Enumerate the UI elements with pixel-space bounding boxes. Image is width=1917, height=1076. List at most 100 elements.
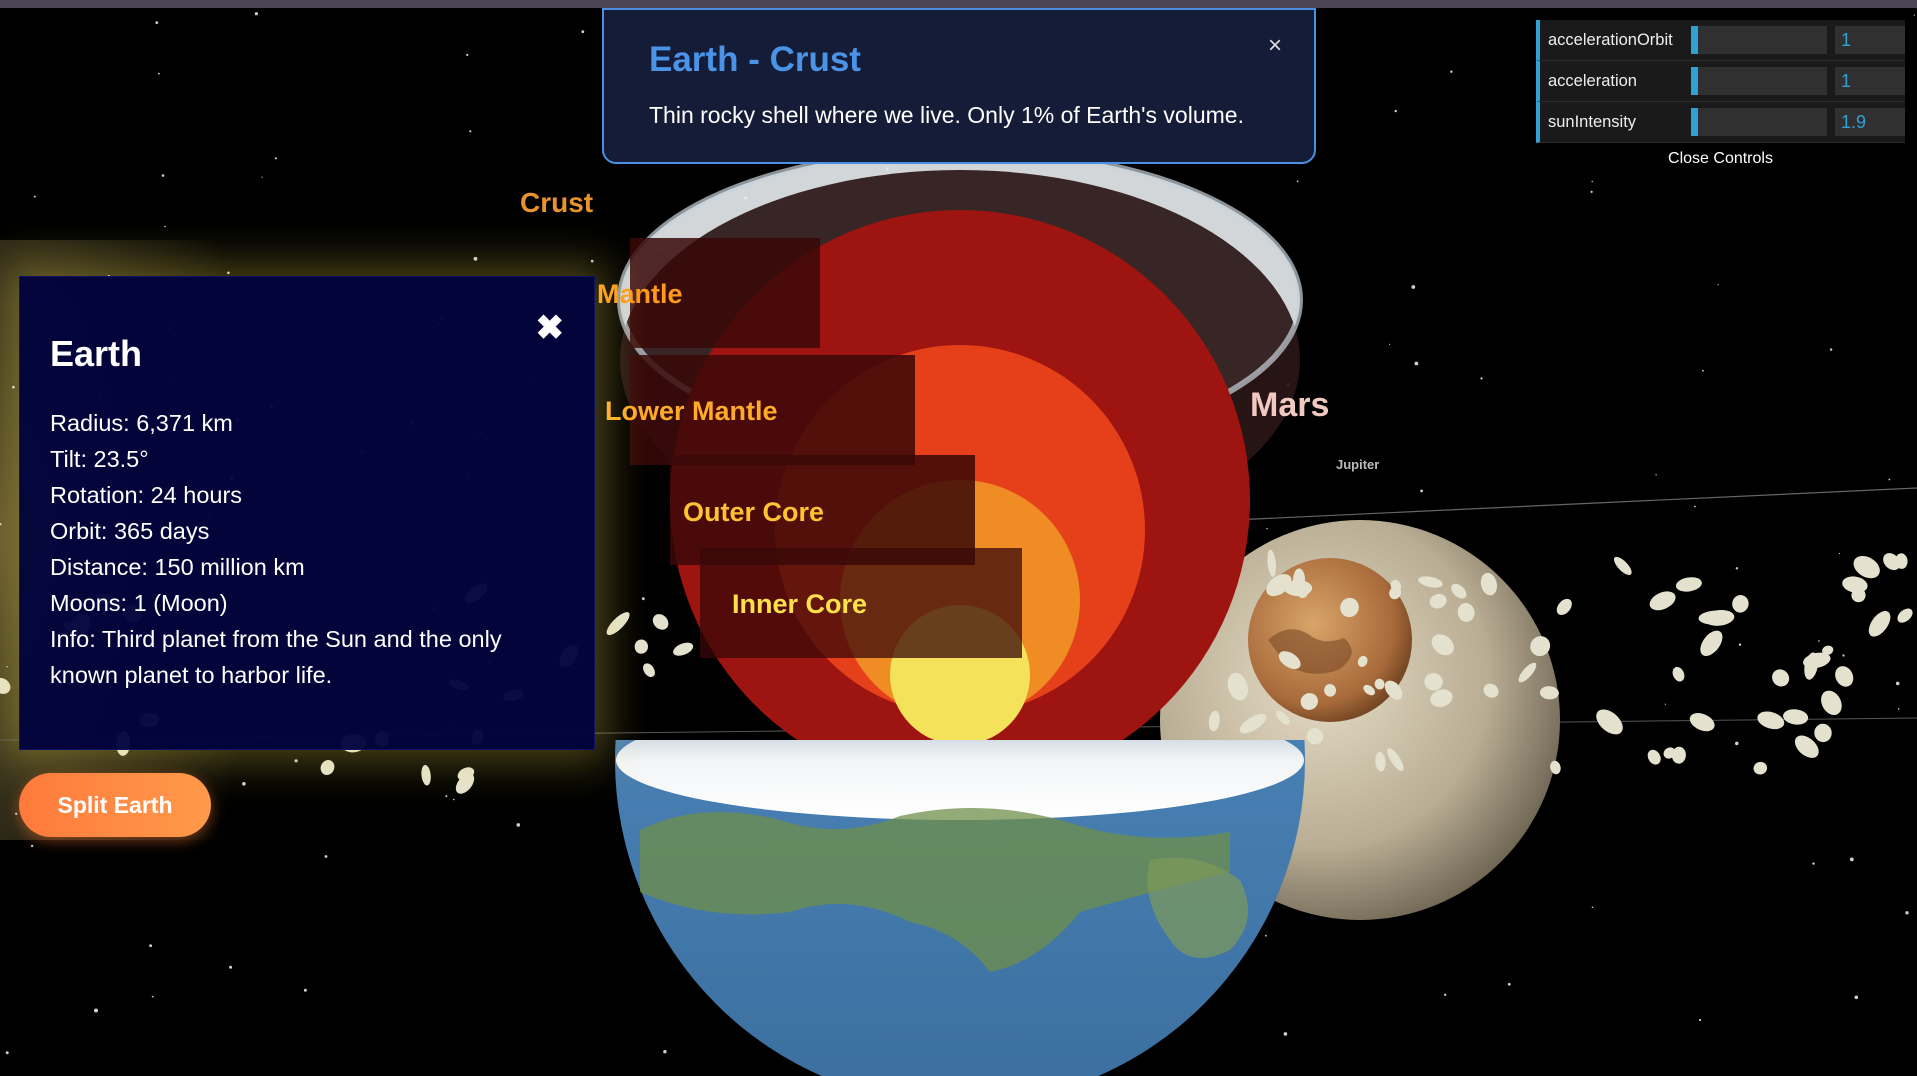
- star: [466, 53, 469, 57]
- sun-intensity-slider[interactable]: [1691, 108, 1827, 136]
- star: [30, 844, 34, 848]
- star: [469, 130, 472, 133]
- star: [445, 795, 448, 798]
- star: [303, 988, 307, 992]
- star: [516, 823, 521, 827]
- star: [1854, 995, 1859, 1000]
- star: [149, 944, 153, 948]
- star: [161, 174, 165, 177]
- acceleration-orbit-slider[interactable]: [1691, 26, 1827, 54]
- star: [453, 798, 455, 801]
- asteroid: [1284, 580, 1313, 597]
- star: [1480, 377, 1483, 380]
- star: [254, 12, 258, 16]
- star: [1842, 654, 1845, 657]
- star: [12, 385, 15, 389]
- lower-mantle-label: Lower Mantle: [605, 396, 778, 426]
- close-icon[interactable]: ×: [1268, 32, 1282, 60]
- layer-popup-description: Thin rocky shell where we live. Only 1% …: [649, 102, 1244, 128]
- star: [1895, 681, 1900, 686]
- acceleration-orbit-input[interactable]: 1: [1835, 26, 1905, 54]
- star: [94, 1008, 98, 1013]
- star: [261, 176, 263, 178]
- star: [590, 259, 594, 263]
- star: [1735, 567, 1739, 570]
- control-row-sun-intensity: sunIntensity 1.9: [1536, 102, 1905, 143]
- info-line: Orbit: 365 days: [50, 518, 210, 544]
- info-line: Distance: 150 million km: [50, 554, 305, 580]
- star: [164, 225, 166, 228]
- star: [1694, 505, 1696, 508]
- close-icon[interactable]: ✖: [536, 311, 565, 345]
- star: [1420, 489, 1423, 493]
- star: [1888, 478, 1891, 481]
- star: [229, 965, 233, 969]
- crust-label: Crust: [520, 187, 593, 218]
- star: [1905, 911, 1909, 915]
- jupiter-label: Jupiter: [1336, 457, 1379, 472]
- star: [155, 21, 159, 24]
- star: [227, 271, 230, 275]
- star: [663, 1050, 667, 1054]
- acceleration-input[interactable]: 1: [1835, 67, 1905, 95]
- star: [1507, 982, 1511, 986]
- star: [1897, 708, 1900, 710]
- mars-label: Mars: [1250, 386, 1329, 424]
- star: [1591, 906, 1594, 909]
- star: [1450, 70, 1453, 73]
- star: [151, 995, 154, 998]
- layer-info-popup: Earth - Crust Thin rocky shell where we …: [602, 8, 1316, 164]
- controls-panel: accelerationOrbit 1 acceleration 1 sunIn…: [1536, 20, 1905, 175]
- control-row-acceleration: acceleration 1: [1536, 61, 1905, 102]
- star: [274, 157, 277, 160]
- star: [1829, 348, 1833, 351]
- star: [1818, 640, 1820, 642]
- info-line: known planet to harbor life.: [50, 662, 333, 688]
- star: [1849, 857, 1854, 862]
- star: [1812, 862, 1815, 865]
- star: [1283, 1032, 1288, 1036]
- planet-title: Earth: [50, 333, 143, 374]
- star: [1735, 741, 1739, 746]
- window-top-bar: [0, 0, 1917, 8]
- control-row-acceleration-orbit: accelerationOrbit 1: [1536, 20, 1905, 61]
- info-line: Rotation: 24 hours: [50, 482, 243, 508]
- star: [1411, 285, 1416, 289]
- star: [1664, 703, 1666, 705]
- star: [324, 855, 328, 858]
- star: [1296, 180, 1299, 183]
- star: [15, 812, 18, 815]
- mantle-label: Mantle: [597, 279, 683, 309]
- star: [1394, 109, 1397, 113]
- star: [1266, 528, 1268, 530]
- star: [1738, 643, 1742, 646]
- planet-info-panel: ✖ Earth Radius: 6,371 km Tilt: 23.5° Rot…: [19, 276, 595, 750]
- star: [1717, 284, 1719, 286]
- info-line: Info: Third planet from the Sun and the …: [50, 626, 502, 652]
- star: [1590, 190, 1593, 193]
- star: [1264, 934, 1267, 937]
- star: [6, 666, 8, 668]
- control-label: accelerationOrbit: [1548, 30, 1673, 49]
- split-earth-button[interactable]: Split Earth: [19, 773, 211, 837]
- star: [473, 256, 478, 261]
- star: [1838, 552, 1840, 555]
- star: [1444, 993, 1447, 996]
- star: [641, 597, 645, 601]
- star: [242, 782, 246, 786]
- outer-core-label: Outer Core: [683, 497, 824, 527]
- info-line: Moons: 1 (Moon): [50, 590, 228, 616]
- star: [1702, 369, 1704, 372]
- star: [1389, 343, 1391, 345]
- control-label: acceleration: [1548, 71, 1637, 90]
- sun-intensity-input[interactable]: 1.9: [1835, 108, 1905, 136]
- star: [294, 759, 298, 763]
- acceleration-slider[interactable]: [1691, 67, 1827, 95]
- close-controls-button[interactable]: Close Controls: [1536, 143, 1905, 175]
- star: [1699, 1018, 1702, 1022]
- info-line: Tilt: 23.5°: [50, 446, 149, 472]
- star: [1591, 180, 1593, 183]
- info-line: Radius: 6,371 km: [50, 410, 233, 436]
- star: [1414, 361, 1419, 366]
- star: [33, 195, 36, 198]
